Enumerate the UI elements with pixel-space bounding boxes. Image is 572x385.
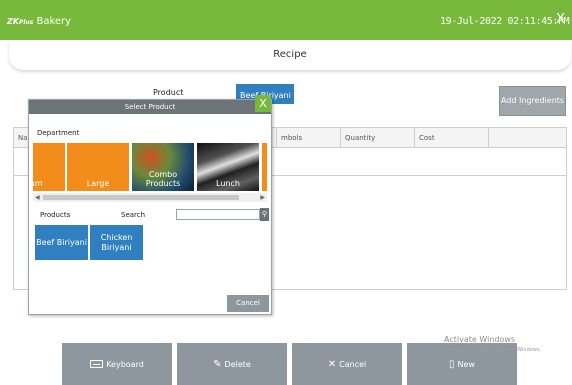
close-app-button[interactable]: X	[556, 13, 565, 26]
datetime-display: 19-Jul-2022 02:11:45:PM	[440, 16, 570, 27]
delete-button-label: Delete	[224, 359, 251, 369]
cancel-button-label: Cancel	[339, 359, 367, 369]
search-label: Search	[121, 211, 146, 219]
department-scrollbar[interactable]: ◀ ▶	[33, 193, 267, 202]
scrollbar-thumb[interactable]	[43, 195, 239, 200]
column-header-extra	[488, 128, 566, 148]
cancel-button[interactable]: ✕ Cancel	[292, 343, 402, 385]
department-tile-lunch[interactable]: Lunch	[197, 143, 259, 191]
department-tile-large[interactable]: Large	[67, 143, 129, 191]
department-label: Department	[37, 129, 80, 137]
dialog-cancel-button[interactable]: Cancel	[227, 295, 269, 312]
select-product-dialog: Select Product X Department lium Large C…	[28, 95, 272, 315]
page-header: Recipe	[9, 40, 571, 70]
column-header-quantity: Quantity	[340, 128, 414, 148]
brand-logo-plus: Plus	[19, 19, 34, 26]
activate-windows-subtitle: Go to PC settings to activate Windows.	[444, 347, 542, 353]
new-button-label: New	[457, 359, 475, 369]
keyboard-button[interactable]: Keyboard	[62, 343, 172, 385]
brand-logo-zk: ZK	[7, 17, 19, 26]
product-tile-chicken-biriyani[interactable]: Chicken Biriyani	[90, 225, 143, 260]
cancel-x-icon: ✕	[327, 358, 337, 370]
keyboard-button-label: Keyboard	[106, 359, 144, 369]
department-tile-combo-products[interactable]: Combo Products	[132, 143, 194, 191]
delete-button[interactable]: ✎ Delete	[177, 343, 287, 385]
department-strip: lium Large Combo Products Lunch	[33, 143, 267, 191]
dialog-close-button[interactable]: X	[255, 95, 271, 112]
department-tile-medium[interactable]: lium	[33, 143, 65, 191]
app-title: Bakery	[36, 16, 72, 27]
scroll-right-icon[interactable]: ▶	[260, 193, 265, 202]
product-label: Product	[153, 88, 184, 97]
department-tile-next[interactable]	[262, 143, 267, 191]
title-bar: ZKPlus Bakery 19-Jul-2022 02:11:45:PM X	[0, 0, 572, 40]
column-header-cost: Cost	[414, 128, 488, 148]
activate-windows-title: Activate Windows	[444, 335, 516, 344]
keyboard-icon	[90, 360, 104, 368]
new-icon: ▯	[449, 358, 455, 370]
scroll-left-icon[interactable]: ◀	[35, 193, 40, 202]
page-title: Recipe	[273, 49, 307, 60]
dialog-body: Department lium Large Combo Products Lun…	[33, 114, 269, 295]
add-ingredients-button[interactable]: Add Ingredients	[499, 86, 566, 116]
products-label: Products	[40, 211, 71, 219]
search-icon[interactable]: ⚲	[260, 208, 269, 221]
search-input[interactable]	[176, 209, 260, 220]
app-brand: ZKPlus Bakery	[7, 16, 71, 27]
dialog-title: Select Product	[29, 100, 271, 114]
product-tile-beef-biriyani[interactable]: Beef Biriyani	[35, 225, 88, 260]
delete-icon: ✎	[213, 358, 222, 370]
column-header-symbols: mbols	[276, 128, 340, 148]
